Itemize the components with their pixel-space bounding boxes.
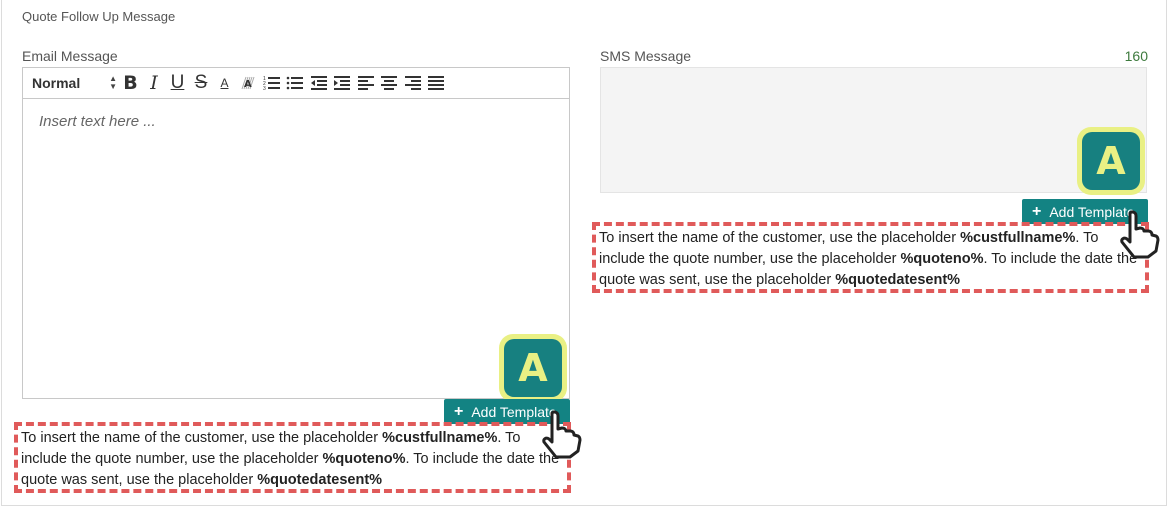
sms-message-label: SMS Message xyxy=(600,48,692,64)
note-text-1: To insert the name of the customer, use … xyxy=(21,430,383,446)
pointer-cursor-icon xyxy=(542,410,582,459)
format-select-value: Normal xyxy=(32,75,81,91)
plus-icon: + xyxy=(454,402,464,420)
editor-placeholder: Insert text here ... xyxy=(39,113,156,130)
format-select[interactable]: Normal ▲ ▼ xyxy=(23,68,119,98)
template-badge-email: A xyxy=(499,334,567,402)
strikethrough-icon[interactable]: S xyxy=(190,68,213,98)
badge-letter: A xyxy=(504,339,562,397)
placeholder-quoteno: %quoteno% xyxy=(900,251,984,267)
email-placeholder-note: To insert the name of the customer, use … xyxy=(14,422,571,493)
underline-icon[interactable]: U xyxy=(166,68,189,98)
sms-char-count: 160 xyxy=(1124,48,1148,64)
section-title: Quote Follow Up Message xyxy=(22,9,176,24)
bullet-list-icon[interactable] xyxy=(284,68,307,98)
italic-icon[interactable]: I xyxy=(143,68,166,98)
bold-icon[interactable]: B xyxy=(119,68,142,98)
select-arrows-icon: ▲ ▼ xyxy=(109,74,117,91)
placeholder-custfullname: %custfullname% xyxy=(382,430,498,446)
sms-textarea[interactable] xyxy=(600,67,1147,193)
svg-text:A: A xyxy=(244,79,252,90)
email-message-label: Email Message xyxy=(22,48,118,64)
justify-icon[interactable] xyxy=(425,68,448,98)
indent-icon[interactable] xyxy=(331,68,354,98)
placeholder-quotedatesent: %quotedatesent% xyxy=(835,272,961,288)
align-right-icon[interactable] xyxy=(401,68,424,98)
placeholder-custfullname: %custfullname% xyxy=(960,230,1076,246)
plus-icon: + xyxy=(1032,202,1042,220)
email-editor[interactable]: Normal ▲ ▼ B I U S A A 123 Insert text h… xyxy=(22,67,570,399)
badge-letter: A xyxy=(1082,132,1140,190)
placeholder-quoteno: %quoteno% xyxy=(322,451,406,467)
align-center-icon[interactable] xyxy=(378,68,401,98)
pointer-cursor-icon xyxy=(1120,210,1160,259)
sms-placeholder-note: To insert the name of the customer, use … xyxy=(592,222,1149,293)
text-color-icon[interactable]: A xyxy=(213,68,236,98)
outdent-icon[interactable] xyxy=(307,68,330,98)
editor-toolbar: Normal ▲ ▼ B I U S A A 123 xyxy=(23,68,569,99)
placeholder-quotedatesent: %quotedatesent% xyxy=(257,472,383,488)
align-left-icon[interactable] xyxy=(354,68,377,98)
template-badge-sms: A xyxy=(1077,127,1145,195)
svg-text:3: 3 xyxy=(263,86,266,91)
note-text-1: To insert the name of the customer, use … xyxy=(599,230,961,246)
highlight-icon[interactable]: A xyxy=(237,68,260,98)
ordered-list-icon[interactable]: 123 xyxy=(260,68,283,98)
